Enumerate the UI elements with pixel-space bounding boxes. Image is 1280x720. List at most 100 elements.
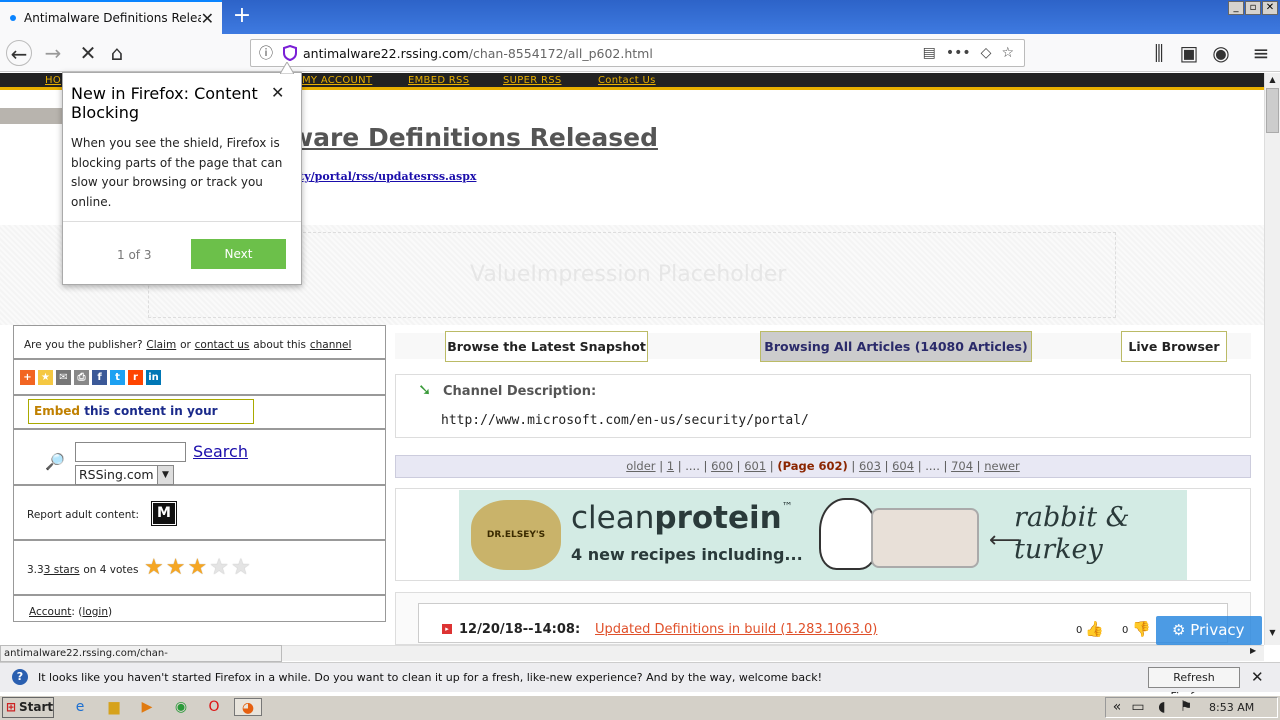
nav-super-rss[interactable]: SUPER RSS: [503, 75, 562, 86]
scroll-down-icon[interactable]: ▼: [1266, 628, 1279, 641]
folder-icon[interactable]: ▆: [104, 698, 124, 716]
twitter-icon[interactable]: t: [110, 370, 125, 385]
facebook-icon[interactable]: f: [92, 370, 107, 385]
account-icon[interactable]: ◉: [1208, 40, 1234, 66]
pager-601[interactable]: 601: [744, 459, 766, 473]
close-window-button[interactable]: ✕: [1262, 1, 1278, 15]
menu-icon[interactable]: ≡: [1248, 40, 1274, 66]
tab-close-icon[interactable]: ✕: [201, 9, 214, 28]
rating-stars[interactable]: ★★★★★: [144, 557, 253, 579]
search-input[interactable]: [75, 442, 186, 462]
tab-title: Antimalware Definitions Released: [24, 11, 201, 25]
maximize-button[interactable]: ▫: [1245, 1, 1261, 15]
pager-dots-2: ....: [925, 459, 940, 473]
new-tab-button[interactable]: +: [230, 2, 254, 30]
back-arrow-icon[interactable]: ←: [6, 40, 32, 66]
rating-value: 3.3: [27, 564, 44, 576]
contact-us-link[interactable]: contact us: [195, 339, 250, 351]
page-actions-icon[interactable]: •••: [946, 45, 971, 61]
embed-button[interactable]: Embed this content in your HTML: [28, 399, 254, 441]
claim-link[interactable]: Claim: [146, 339, 176, 351]
scroll-up-icon[interactable]: ▲: [1266, 75, 1279, 88]
login-link[interactable]: login: [82, 606, 108, 618]
live-browser-button[interactable]: Live Browser: [1121, 331, 1227, 362]
pager-603[interactable]: 603: [859, 459, 881, 473]
star-empty-icon[interactable]: ★: [209, 555, 229, 580]
popup-close-icon[interactable]: ✕: [271, 83, 284, 102]
url-text[interactable]: antimalware22.rssing.com/chan-8554172/al…: [303, 46, 923, 61]
browse-all-button[interactable]: Browsing All Articles (14080 Articles): [760, 331, 1032, 362]
popup-next-button[interactable]: Next: [191, 239, 286, 269]
browse-latest-button[interactable]: Browse the Latest Snapshot: [445, 331, 648, 362]
ie-icon[interactable]: e: [70, 698, 90, 716]
pocket-icon[interactable]: ◇: [981, 45, 992, 61]
pager-1[interactable]: 1: [667, 459, 674, 473]
tray-expand-icon[interactable]: «: [1107, 698, 1127, 716]
start-button[interactable]: ⊞ Start: [2, 697, 54, 718]
email-icon[interactable]: ✉: [56, 370, 71, 385]
ad-banner[interactable]: DR.ELSEY'S cleanprotein™ 4 new recipes i…: [459, 490, 1187, 580]
chrome-icon[interactable]: ◉: [171, 698, 191, 716]
nav-embed-rss[interactable]: EMBED RSS: [408, 75, 469, 86]
reader-view-icon[interactable]: ▤: [923, 45, 936, 61]
star-filled-icon[interactable]: ★: [187, 555, 207, 580]
bookmark-star-icon[interactable]: ☆: [1001, 45, 1014, 61]
refresh-firefox-button[interactable]: Refresh Firefox...: [1148, 667, 1240, 703]
favorite-star-icon[interactable]: ★: [38, 370, 53, 385]
print-icon[interactable]: ⎙: [74, 370, 89, 385]
flag-icon[interactable]: ⚑: [1176, 698, 1196, 716]
account-link[interactable]: Account: [29, 606, 71, 618]
search-link[interactable]: Search: [193, 442, 248, 461]
horizontal-scrollbar[interactable]: [282, 645, 1264, 661]
pager-604[interactable]: 604: [892, 459, 914, 473]
pager: older | 1 | .... | 600 | 601 | (Page 602…: [395, 455, 1251, 478]
channel-link[interactable]: channel: [310, 339, 352, 351]
pager-newer[interactable]: newer: [984, 459, 1020, 473]
pager-704[interactable]: 704: [951, 459, 973, 473]
star-empty-icon[interactable]: ★: [231, 555, 251, 580]
thumbs-up-icon[interactable]: 👍: [1085, 620, 1104, 638]
reddit-icon[interactable]: r: [128, 370, 143, 385]
article-link[interactable]: Updated Definitions in build (1.283.1063…: [595, 622, 877, 637]
search-scope-select[interactable]: RSSing.com ▼: [75, 465, 174, 485]
article-bullet-icon: ▸: [442, 624, 452, 634]
media-player-icon[interactable]: ▶: [137, 698, 157, 716]
star-filled-icon[interactable]: ★: [166, 555, 186, 580]
nav-my-account[interactable]: MY ACCOUNT: [302, 75, 372, 86]
page-title[interactable]: ware Definitions Released: [290, 123, 658, 152]
privacy-button[interactable]: ⚙ Privacy: [1156, 616, 1262, 645]
pager-older[interactable]: older: [626, 459, 655, 473]
ad-headline: cleanprotein™: [571, 500, 793, 536]
thumbs-down-icon[interactable]: 👎: [1132, 620, 1151, 638]
rating-stars-link[interactable]: 3 stars: [44, 564, 80, 576]
volume-icon[interactable]: ◖: [1152, 698, 1172, 716]
network-icon[interactable]: ▭: [1128, 698, 1148, 716]
status-url: antimalware22.rssing.com/chan-8554172/al…: [0, 645, 282, 674]
popup-divider: [63, 221, 301, 222]
forward-arrow-icon[interactable]: →: [40, 40, 66, 66]
linkedin-icon[interactable]: in: [146, 370, 161, 385]
scroll-right-icon[interactable]: ▶: [1250, 646, 1256, 655]
sidebar-icon[interactable]: ▣: [1176, 40, 1202, 66]
pager-600[interactable]: 600: [711, 459, 733, 473]
info-icon[interactable]: ⓘ: [259, 43, 273, 63]
addthis-icon[interactable]: +: [20, 370, 35, 385]
shield-icon[interactable]: [283, 45, 297, 61]
star-filled-icon[interactable]: ★: [144, 555, 164, 580]
library-icon[interactable]: ⫼: [1146, 40, 1172, 66]
nav-contact-us[interactable]: Contact Us: [598, 75, 656, 86]
url-bar[interactable]: ⓘ antimalware22.rssing.com/chan-8554172/…: [250, 39, 1025, 67]
scroll-thumb[interactable]: [1266, 88, 1279, 133]
notification-close-icon[interactable]: ✕: [1251, 668, 1264, 686]
vertical-scrollbar[interactable]: ▲ ▼: [1264, 73, 1280, 645]
notification-bar: ? It looks like you haven't started Fire…: [0, 662, 1280, 703]
minimize-button[interactable]: _: [1228, 1, 1244, 15]
home-icon[interactable]: ⌂: [104, 40, 130, 66]
mature-rating-icon[interactable]: M: [151, 501, 177, 526]
firefox-taskbar-icon[interactable]: ◕: [234, 698, 262, 716]
nav-home[interactable]: HO: [45, 75, 61, 86]
stop-loading-icon[interactable]: ✕: [75, 40, 101, 66]
opera-icon[interactable]: O: [204, 698, 224, 716]
tab-active[interactable]: Antimalware Definitions Released ✕: [0, 0, 222, 34]
feed-link[interactable]: ity/portal/rss/updatesrss.aspx: [295, 170, 476, 183]
